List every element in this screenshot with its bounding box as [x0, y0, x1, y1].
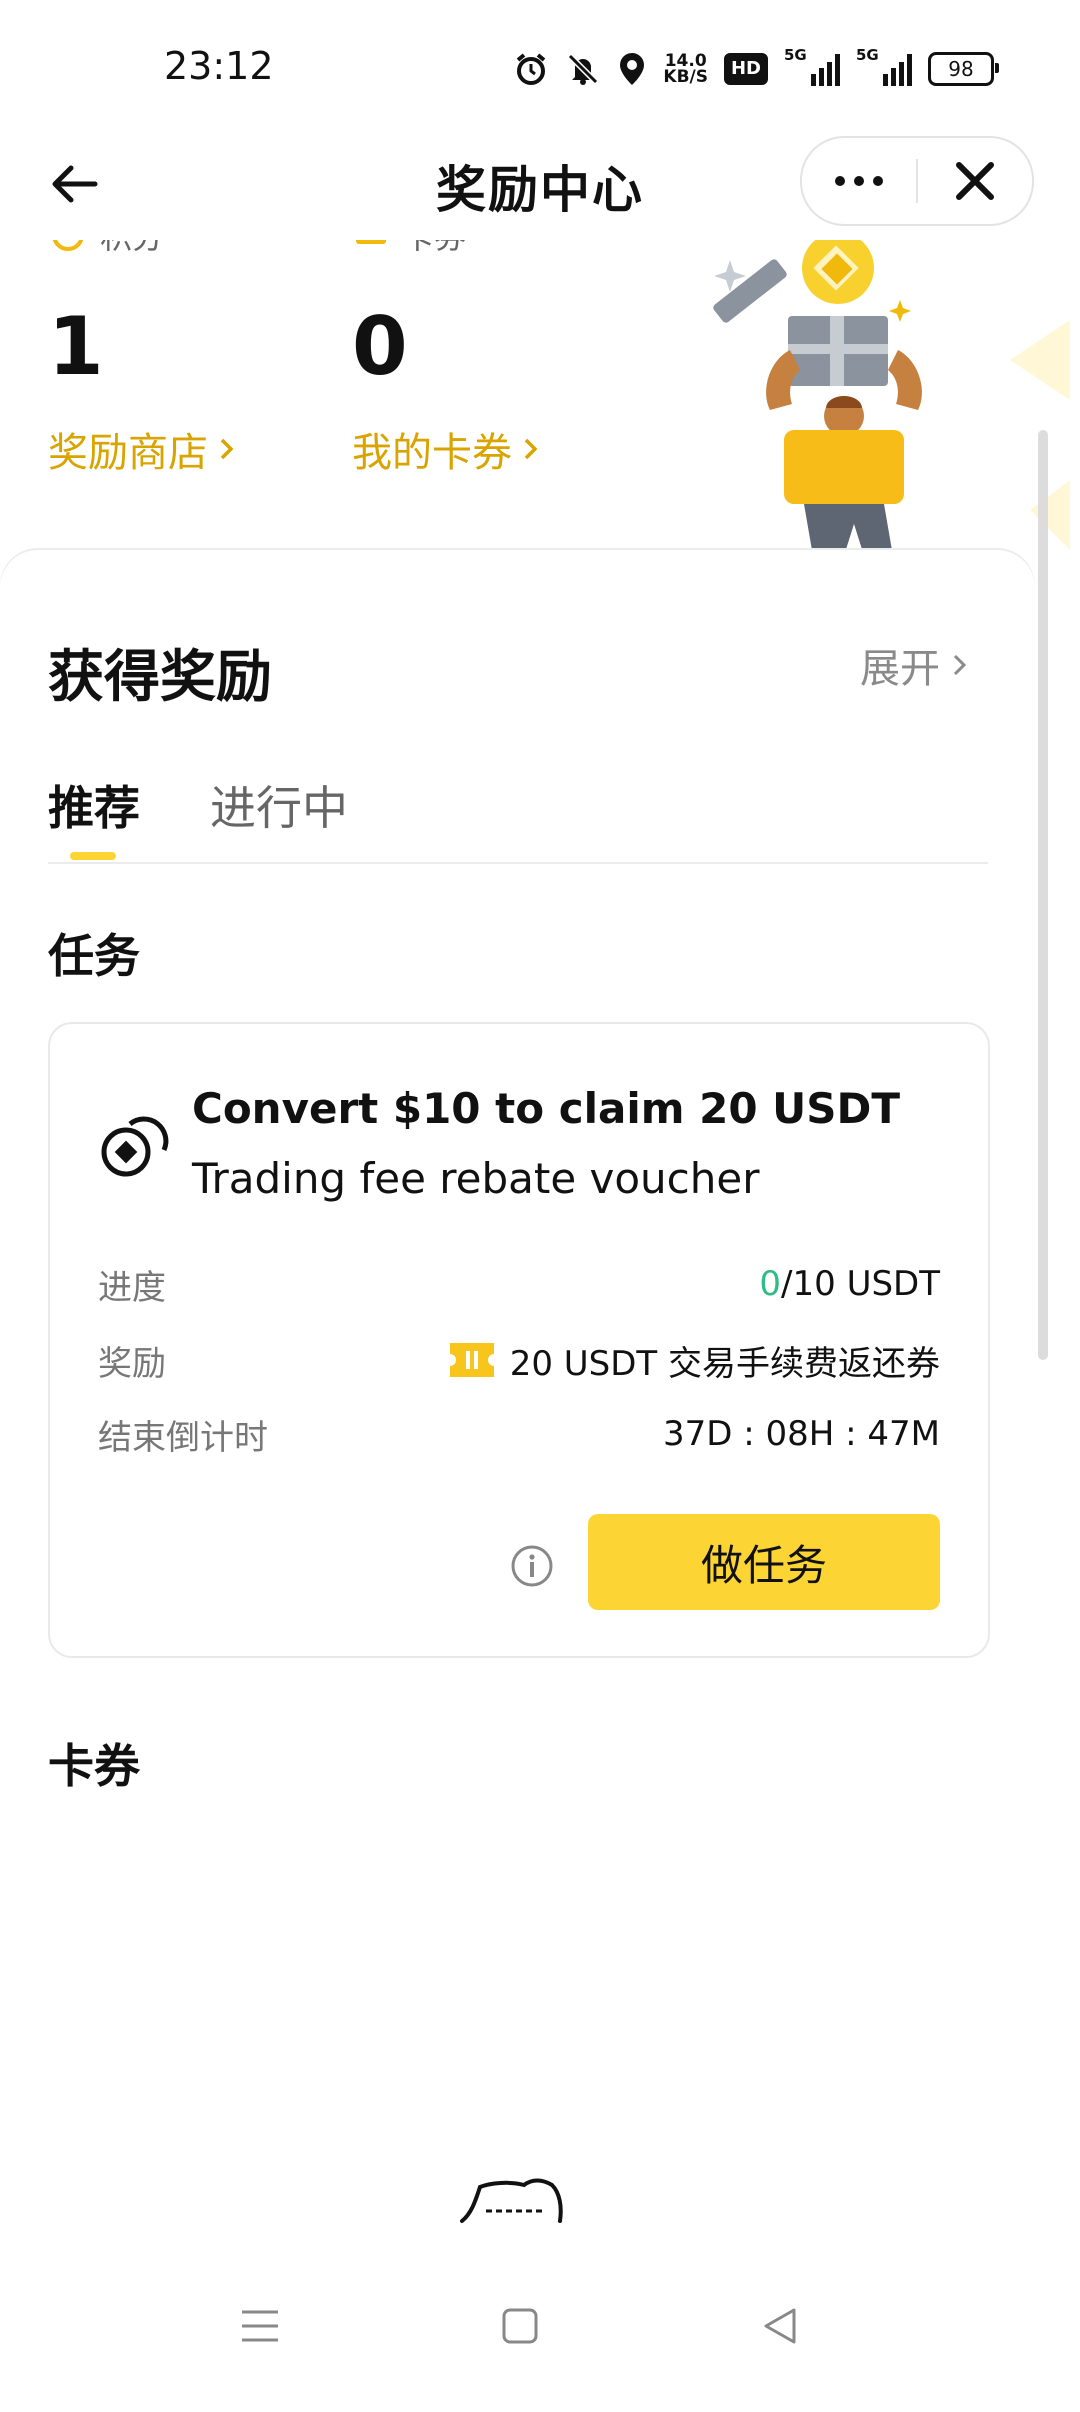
signal-icon: 5G [784, 46, 840, 86]
countdown-row: 结束倒计时 37D : 08H : 47M [98, 1404, 940, 1464]
task-card: Convert $10 to claim 20 USDT Trading fee… [48, 1022, 990, 1658]
progress-current: 0 [759, 1264, 782, 1304]
ticket-icon [356, 240, 386, 244]
my-coupons-link[interactable]: 我的卡券 [352, 420, 540, 478]
empty-state-illustration [460, 2178, 563, 2223]
status-icons: 14.0 KB/S HD 5G 5G 98 [513, 46, 999, 90]
reward-row: 奖励 20 USDT 交易手续费返还券 [98, 1330, 940, 1390]
reward-label: 奖励 [98, 1343, 166, 1384]
rewards-card: 获得奖励 展开 推荐 进行中 任务 Convert $10 to claim 2… [0, 550, 1035, 2250]
signal-icon: 5G [856, 46, 912, 86]
points-label: 积分 [52, 240, 164, 258]
tasks-title: 任务 [48, 929, 140, 983]
home-button[interactable] [470, 2276, 570, 2376]
system-navigation-bar [0, 2240, 1080, 2412]
task-title: Convert $10 to claim 20 USDT Trading fee… [192, 1074, 952, 1214]
status-bar: 23:12 14.0 KB/S HD 5G 5G 98 [0, 0, 1080, 130]
back-nav-button[interactable] [730, 2276, 830, 2376]
tab-recommended[interactable]: 推荐 [48, 772, 140, 838]
close-button[interactable] [918, 138, 1032, 224]
expand-label: 展开 [860, 646, 940, 692]
coin-icon [52, 240, 84, 251]
battery-icon: 98 [928, 52, 999, 86]
progress-label: 进度 [98, 1267, 166, 1308]
do-task-button[interactable]: 做任务 [588, 1514, 940, 1610]
reward-value: 20 USDT 交易手续费返还券 [449, 1336, 940, 1385]
net-speed-unit: KB/S [663, 67, 708, 87]
coupons-label: 卡券 [356, 240, 466, 258]
points-label-text: 积分 [100, 240, 164, 258]
voucher-icon [449, 1343, 494, 1377]
info-icon[interactable] [510, 1544, 554, 1588]
location-icon [617, 48, 647, 90]
coupons-value: 0 [352, 300, 408, 393]
countdown-value: 37D : 08H : 47M [662, 1414, 940, 1454]
reward-tabs: 推荐 进行中 [48, 772, 988, 864]
menu-icon [242, 2310, 278, 2342]
square-icon [502, 2308, 538, 2344]
rewards-shop-label: 奖励商店 [48, 430, 208, 476]
chevron-right-icon [524, 438, 538, 460]
progress-rest: /10 USDT [781, 1264, 940, 1304]
more-dots-icon [835, 176, 883, 186]
tab-active-indicator [70, 852, 116, 860]
chevron-right-icon [220, 438, 234, 460]
triangle-back-icon [764, 2308, 796, 2344]
close-icon [956, 162, 994, 200]
hd-icon: HD [723, 48, 768, 90]
convert-icon [101, 1116, 169, 1177]
more-button[interactable] [802, 138, 916, 224]
chevron-right-icon [953, 654, 967, 676]
mute-bell-icon [565, 48, 601, 90]
reward-text: 20 USDT 交易手续费返还券 [509, 1343, 940, 1384]
reward-hero-illustration [713, 240, 1070, 560]
expand-link[interactable]: 展开 [860, 636, 968, 694]
rewards-summary: 积分 1 奖励商店 卡券 0 我的卡券 [0, 240, 1080, 560]
task-title-line1: Convert $10 to claim 20 USDT [192, 1084, 901, 1133]
status-time: 23:12 [164, 44, 274, 88]
hd-label: HD [723, 53, 768, 85]
battery-level: 98 [948, 57, 974, 81]
progress-value: 0 /10 USDT [759, 1264, 940, 1304]
recents-button[interactable] [210, 2276, 310, 2376]
net-speed: 14.0 KB/S [663, 48, 708, 90]
mini-program-capsule [800, 136, 1034, 226]
alarm-icon [513, 48, 549, 90]
scrollbar[interactable] [1038, 430, 1048, 1360]
countdown-label: 结束倒计时 [98, 1417, 268, 1458]
coupons-title: 卡券 [48, 1739, 140, 1793]
points-value: 1 [48, 300, 104, 393]
my-coupons-label: 我的卡券 [352, 430, 512, 476]
header: 奖励中心 [0, 130, 1080, 240]
section-title: 获得奖励 [48, 645, 272, 710]
signal-label: 5G [856, 46, 879, 64]
coupons-label-text: 卡券 [402, 240, 466, 258]
tab-in-progress[interactable]: 进行中 [210, 772, 348, 838]
signal-label: 5G [784, 46, 807, 64]
progress-row: 进度 0 /10 USDT [98, 1254, 940, 1314]
task-title-line2: Trading fee rebate voucher [192, 1154, 760, 1203]
rewards-shop-link[interactable]: 奖励商店 [48, 420, 236, 478]
task-actions: 做任务 [50, 1514, 988, 1614]
